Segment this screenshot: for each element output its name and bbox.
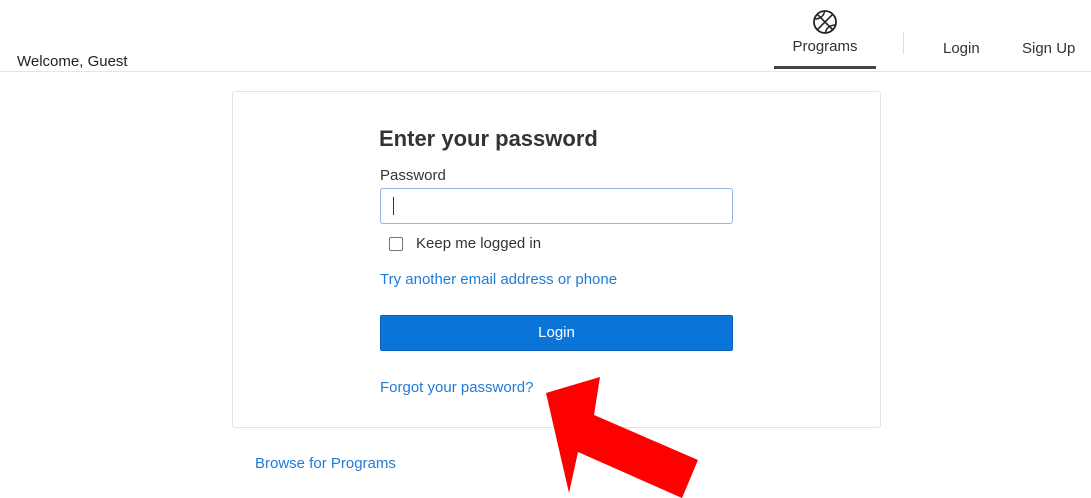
password-input[interactable] <box>380 188 733 224</box>
password-label: Password <box>380 167 446 184</box>
welcome-text: Welcome, Guest <box>17 53 128 70</box>
keep-logged-in-label: Keep me logged in <box>416 235 542 252</box>
nav-signup-link[interactable]: Sign Up <box>1022 40 1075 57</box>
active-tab-indicator <box>774 66 876 69</box>
login-button[interactable]: Login <box>380 315 733 351</box>
try-another-link[interactable]: Try another email address or phone <box>380 271 617 288</box>
keep-logged-in-checkbox[interactable]: Keep me logged in <box>389 235 541 252</box>
checkbox-box[interactable] <box>389 236 403 251</box>
text-cursor <box>393 197 394 215</box>
nav-divider <box>903 32 904 54</box>
nav-programs-label: Programs <box>792 38 858 55</box>
top-navigation-bar: Welcome, Guest Programs Login Sign Up <box>0 0 1091 72</box>
nav-programs[interactable]: Programs <box>774 8 876 69</box>
basketball-icon <box>813 10 837 34</box>
forgot-password-link[interactable]: Forgot your password? <box>380 379 533 396</box>
nav-login-link[interactable]: Login <box>943 40 980 57</box>
page-title: Enter your password <box>379 126 598 151</box>
browse-programs-link[interactable]: Browse for Programs <box>255 455 396 472</box>
